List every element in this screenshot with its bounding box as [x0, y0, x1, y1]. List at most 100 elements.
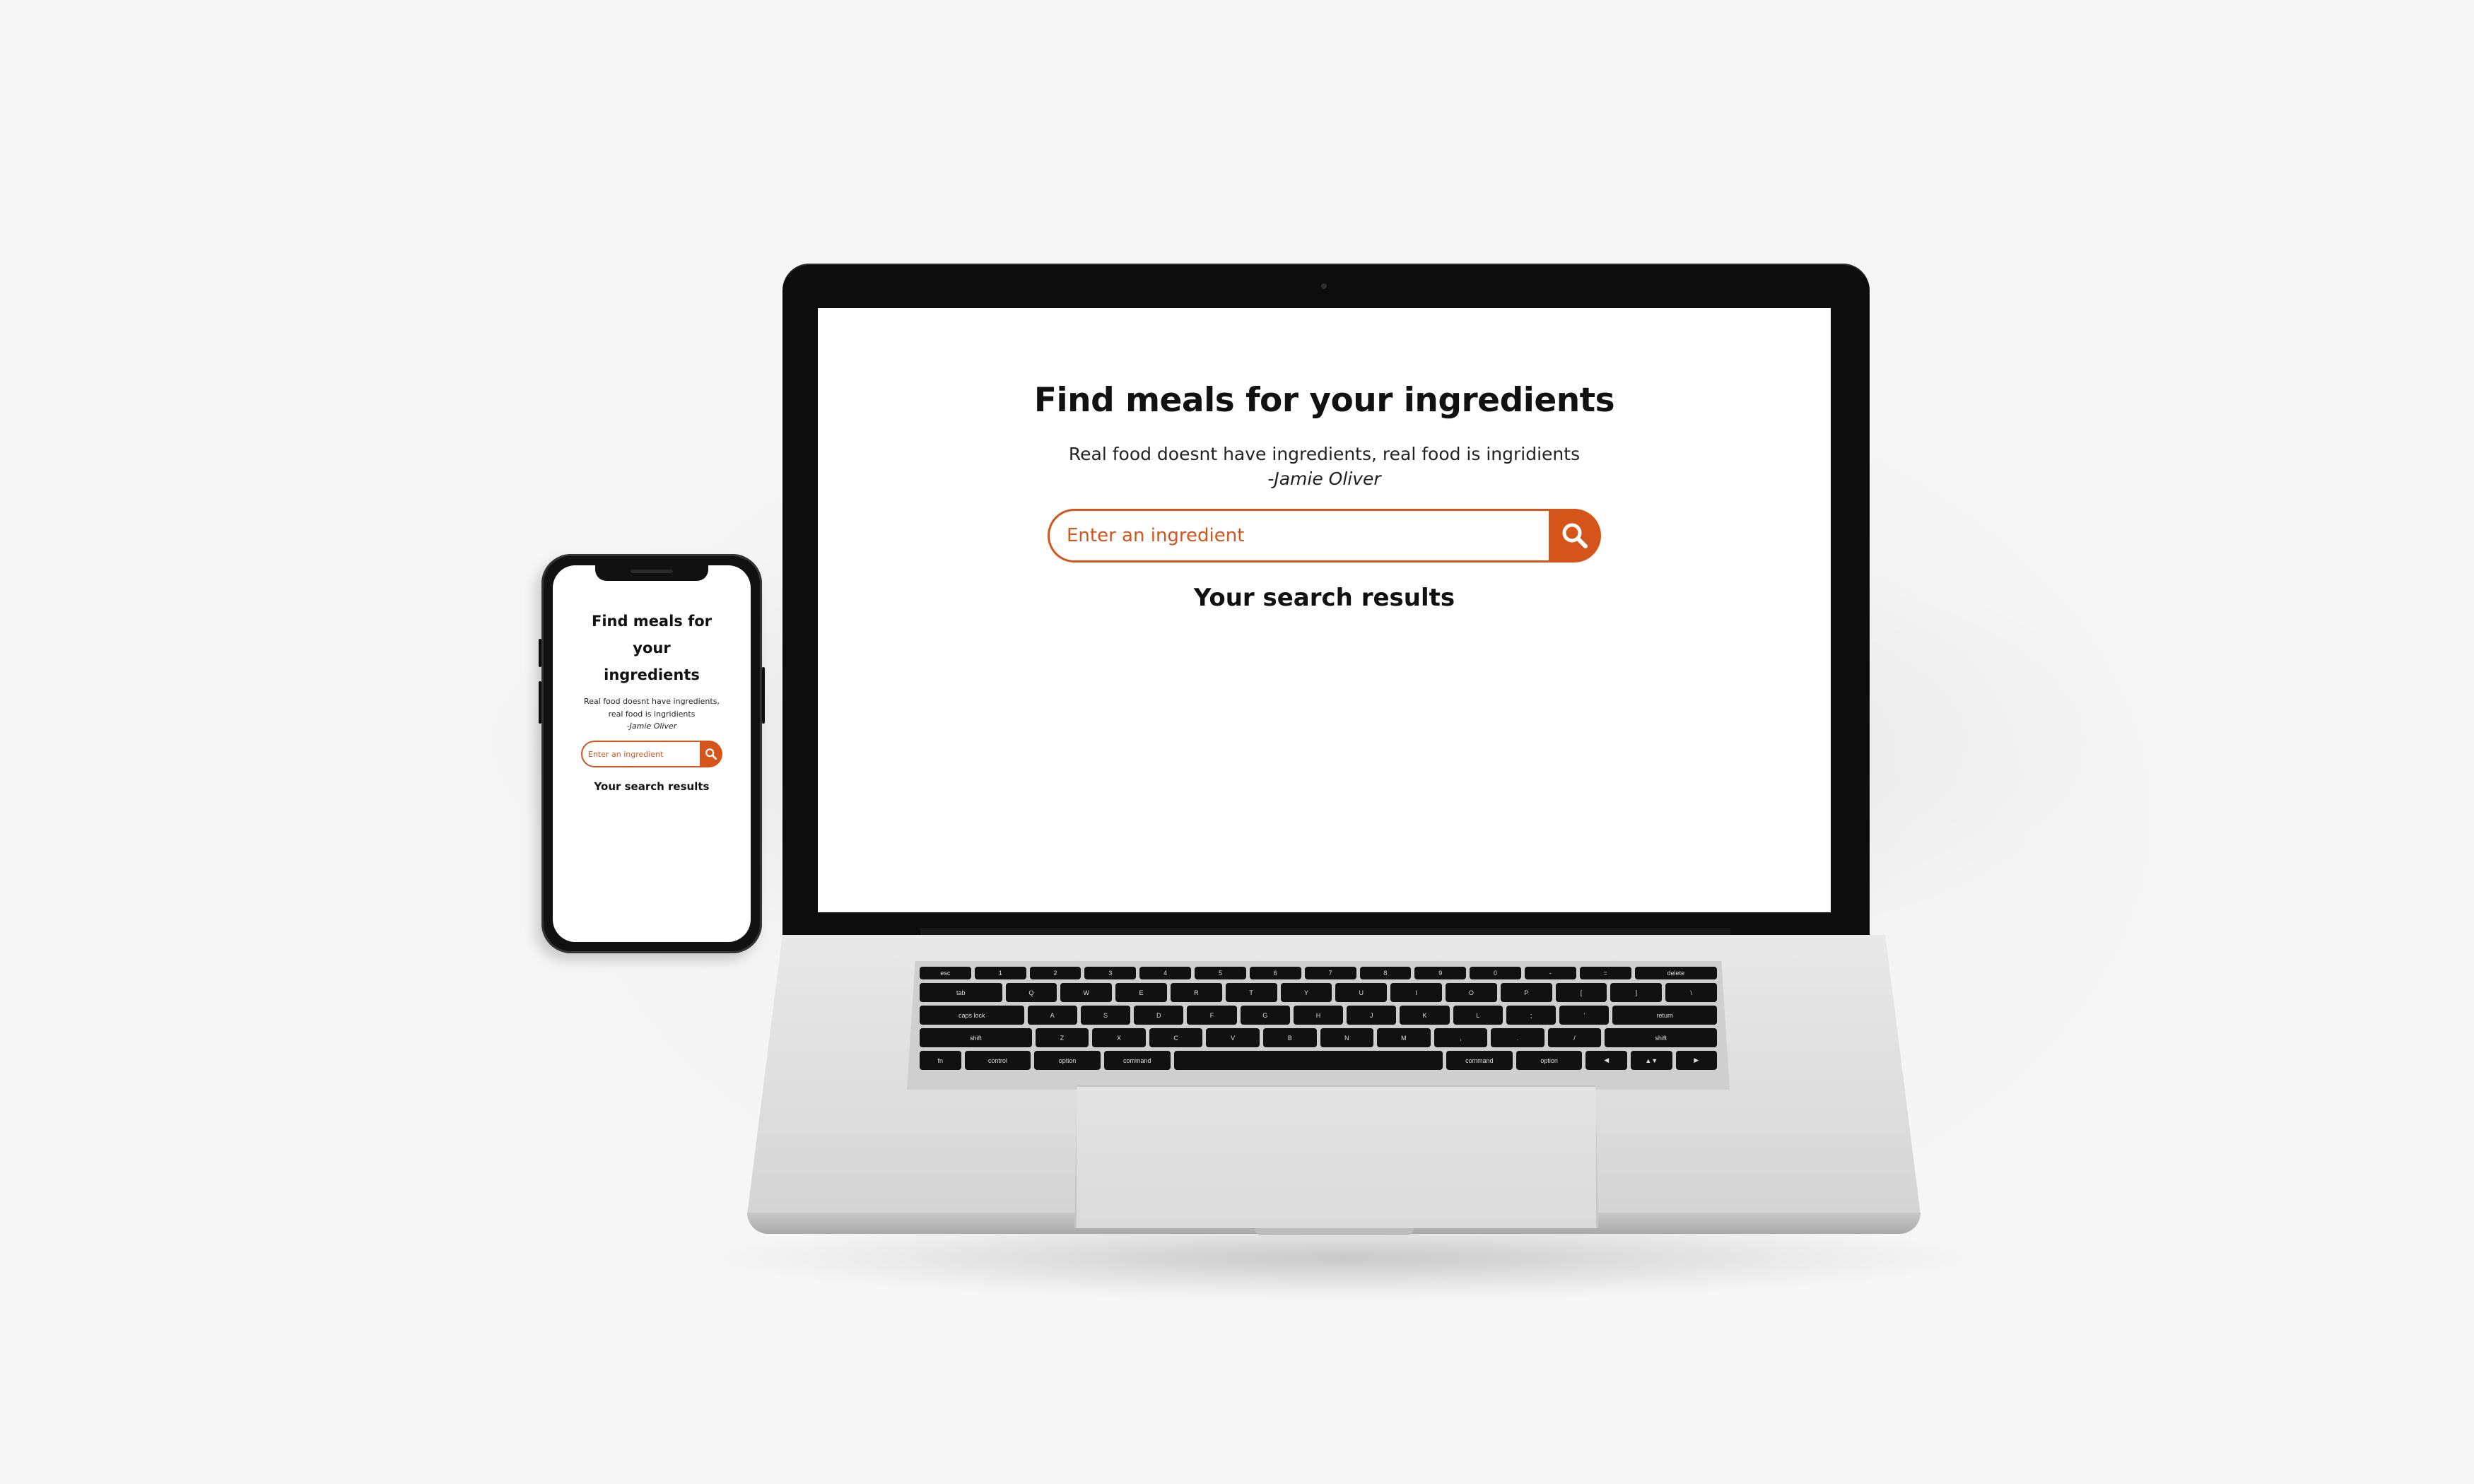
mobile-search-input[interactable] — [581, 741, 700, 767]
keyboard-key[interactable]: 9 — [1414, 967, 1467, 979]
search-input[interactable] — [1048, 509, 1549, 563]
trackpad[interactable] — [1074, 1085, 1598, 1228]
camera-icon — [1321, 283, 1327, 289]
keyboard-key[interactable]: ▲▼ — [1630, 1051, 1672, 1070]
keyboard-key[interactable]: caps lock — [920, 1006, 1024, 1025]
search-bar — [1048, 509, 1601, 563]
mobile-search-button[interactable] — [700, 741, 722, 767]
keyboard-key[interactable]: shift — [920, 1028, 1032, 1047]
keyboard-key[interactable]: ◀ — [1585, 1051, 1627, 1070]
keyboard-key[interactable]: M — [1377, 1028, 1431, 1047]
phone-side-button — [539, 639, 541, 667]
keyboard-key[interactable]: delete — [1634, 967, 1718, 979]
keyboard-key[interactable]: 0 — [1470, 967, 1521, 979]
keyboard-key[interactable]: G — [1240, 1006, 1290, 1025]
mockup-stage: Find meals for your ingredients Real foo… — [0, 0, 2474, 1484]
keyboard-key[interactable]: E — [1115, 983, 1167, 1002]
keyboard-key[interactable]: . — [1491, 1028, 1544, 1047]
keyboard-key[interactable]: S — [1080, 1006, 1131, 1025]
laptop-screen: Find meals for your ingredients Real foo… — [818, 308, 1831, 912]
keyboard-key[interactable]: = — [1579, 967, 1631, 979]
search-icon — [1562, 523, 1588, 548]
keyboard-key[interactable]: - — [1524, 967, 1576, 979]
keyboard-row: fn control option command command option ◀ ▲▼ ▶ — [920, 1051, 1718, 1070]
keyboard-key[interactable]: 7 — [1304, 967, 1356, 979]
keyboard-key[interactable]: L — [1453, 1006, 1503, 1025]
keyboard: esc 1 2 3 4 5 6 7 8 9 0- = delete tab Q W E R T Y U I O P[] \ cap… — [907, 961, 1730, 1090]
keyboard-key[interactable]: / — [1547, 1028, 1602, 1047]
quote-text: Real food doesnt have ingredients, real … — [1068, 444, 1581, 464]
keyboard-key[interactable]: R — [1170, 983, 1222, 1002]
search-button[interactable] — [1549, 509, 1601, 563]
keyboard-row: shift Z X C V B N M,. / shift — [920, 1028, 1717, 1047]
keyboard-key[interactable]: H — [1293, 1006, 1344, 1025]
keyboard-row: esc 1 2 3 4 5 6 7 8 9 0- = delete — [920, 967, 1718, 979]
keyboard-key[interactable]: B — [1262, 1028, 1317, 1047]
keyboard-key[interactable]: Q — [1005, 983, 1057, 1002]
keyboard-key[interactable]: J — [1347, 1006, 1397, 1025]
phone-side-button — [539, 681, 541, 724]
mobile-page-title: Find meals for your ingredients — [591, 613, 713, 683]
keyboard-key[interactable]: \ — [1665, 983, 1718, 1002]
keyboard-key[interactable]: Z — [1035, 1028, 1089, 1047]
keyboard-key[interactable]: T — [1225, 983, 1277, 1002]
keyboard-key[interactable]: 5 — [1195, 967, 1246, 979]
keyboard-row: caps lock A S D F G H J K L; ' return — [920, 1006, 1718, 1025]
keyboard-key[interactable]: A — [1027, 1006, 1077, 1025]
results-heading: Your search results — [1193, 584, 1455, 612]
phone-screen: Find meals for your ingredients Real foo… — [553, 565, 751, 942]
keyboard-key[interactable]: fn — [920, 1051, 961, 1070]
keyboard-key[interactable]: ] — [1610, 983, 1663, 1002]
keyboard-key[interactable]: D — [1134, 1006, 1184, 1025]
phone-speaker — [631, 570, 673, 573]
keyboard-key[interactable]: esc — [920, 967, 971, 979]
keyboard-key[interactable]: N — [1320, 1028, 1374, 1047]
keyboard-key[interactable]: ; — [1506, 1006, 1556, 1025]
keyboard-key[interactable]: F — [1187, 1006, 1237, 1025]
laptop-lid: Find meals for your ingredients Real foo… — [782, 264, 1870, 935]
keyboard-key[interactable]: 8 — [1359, 967, 1412, 979]
keyboard-key[interactable]: P — [1500, 983, 1552, 1002]
keyboard-key[interactable]: ▶ — [1675, 1051, 1718, 1070]
keyboard-key[interactable]: X — [1092, 1028, 1146, 1047]
keyboard-key[interactable]: , — [1434, 1028, 1488, 1047]
keyboard-key[interactable]: V — [1206, 1028, 1260, 1047]
desktop-page: Find meals for your ingredients Real foo… — [818, 308, 1831, 612]
keyboard-key[interactable]: U — [1335, 983, 1388, 1002]
keyboard-key[interactable]: tab — [920, 983, 1002, 1002]
keyboard-key[interactable]: control — [964, 1051, 1031, 1070]
keyboard-key[interactable]: ' — [1559, 1006, 1610, 1025]
page-title: Find meals for your ingredients — [1033, 381, 1615, 420]
phone-frame: Find meals for your ingredients Real foo… — [539, 554, 765, 953]
mobile-search-bar — [581, 741, 722, 767]
keyboard-key[interactable]: I — [1390, 983, 1442, 1002]
keyboard-key[interactable]: 1 — [974, 967, 1026, 979]
keyboard-key[interactable]: option — [1516, 1051, 1583, 1070]
quote-author: -Jamie Oliver — [1267, 469, 1381, 489]
keyboard-key[interactable]: 4 — [1139, 967, 1192, 979]
keyboard-key[interactable]: command — [1446, 1051, 1513, 1070]
keyboard-key[interactable]: 6 — [1249, 967, 1301, 979]
mobile-results-heading: Your search results — [594, 780, 710, 793]
key-space[interactable] — [1173, 1051, 1443, 1070]
keyboard-key[interactable]: 2 — [1029, 967, 1081, 979]
keyboard-key[interactable]: K — [1400, 1006, 1450, 1025]
keyboard-key[interactable]: C — [1149, 1028, 1203, 1047]
laptop-opening-notch — [1255, 1228, 1414, 1235]
keyboard-key[interactable]: 3 — [1084, 967, 1137, 979]
keyboard-key[interactable]: W — [1060, 983, 1113, 1002]
keyboard-key[interactable]: Y — [1280, 983, 1332, 1002]
search-icon — [705, 748, 717, 760]
phone-side-button — [762, 667, 765, 724]
keyboard-key[interactable]: option — [1034, 1051, 1101, 1070]
keyboard-row: tab Q W E R T Y U I O P[] \ — [920, 983, 1718, 1002]
keyboard-key[interactable]: O — [1446, 983, 1497, 1002]
keyboard-key[interactable]: shift — [1605, 1028, 1717, 1047]
mobile-page: Find meals for your ingredients Real foo… — [553, 565, 751, 793]
mobile-quote-author: -Jamie Oliver — [626, 722, 677, 731]
keyboard-key[interactable]: return — [1612, 1006, 1718, 1025]
keyboard-key[interactable]: command — [1103, 1051, 1171, 1070]
keyboard-key[interactable]: [ — [1555, 983, 1607, 1002]
phone-notch — [595, 565, 708, 581]
mobile-quote-text: Real food doesnt have ingredients, real … — [584, 697, 720, 719]
